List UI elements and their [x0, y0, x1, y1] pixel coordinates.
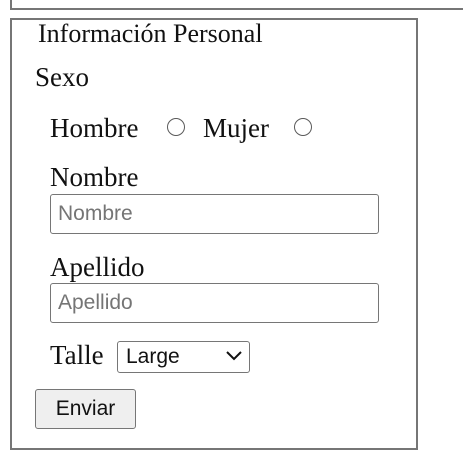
radio-label-male[interactable]: Hombre: [50, 113, 138, 143]
fieldset-legend: Información Personal: [36, 19, 265, 48]
chevron-down-icon: [226, 351, 242, 361]
name-input[interactable]: [50, 194, 379, 234]
name-label: Nombre: [50, 162, 139, 192]
radio-label-female[interactable]: Mujer: [203, 113, 269, 143]
radio-female[interactable]: [294, 118, 312, 136]
radio-male[interactable]: [167, 118, 185, 136]
size-label: Talle: [50, 340, 104, 370]
size-select[interactable]: Large: [117, 341, 250, 373]
submit-button[interactable]: Enviar: [35, 389, 136, 429]
outer-fieldset-border: [10, 0, 463, 10]
sex-label: Sexo: [35, 62, 89, 92]
size-select-value: Large: [126, 345, 180, 368]
page: Información Personal Sexo Hombre Mujer N…: [0, 0, 463, 459]
surname-input[interactable]: [50, 283, 379, 323]
surname-label: Apellido: [50, 252, 145, 282]
